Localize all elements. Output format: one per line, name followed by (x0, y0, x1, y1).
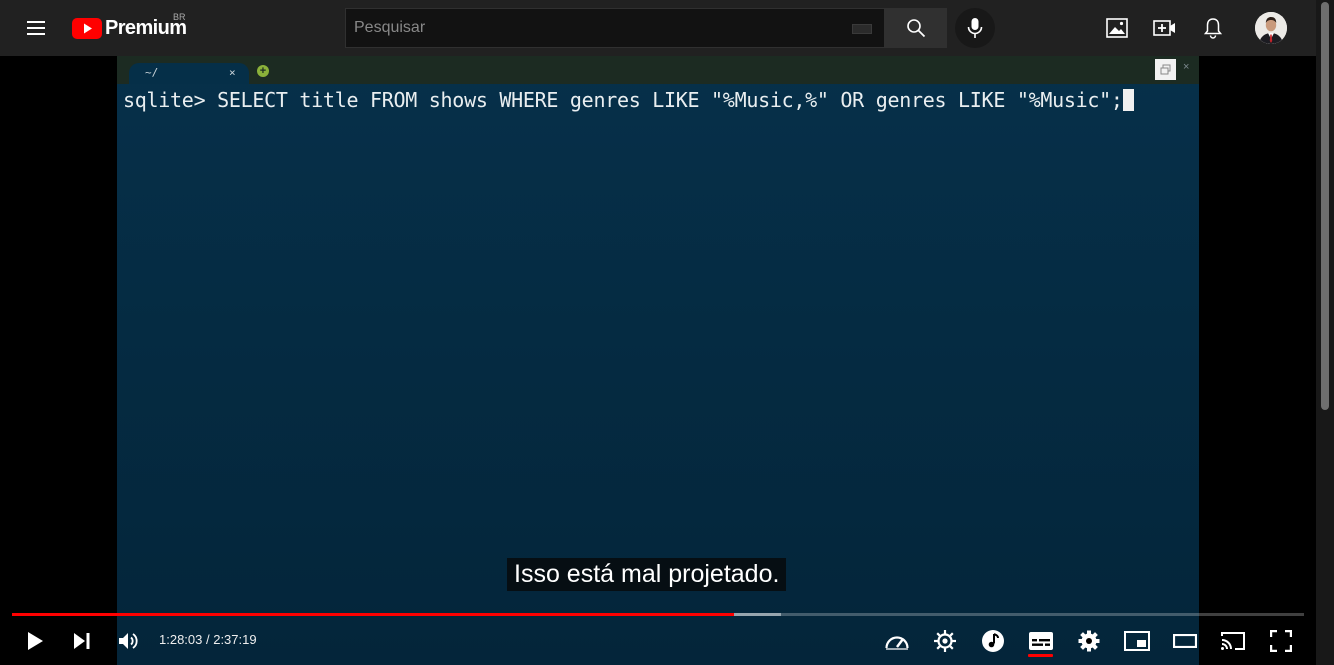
stable-volume-button[interactable] (927, 626, 963, 656)
terminal-tab: ~/ × (129, 63, 249, 84)
create-video-icon (1153, 20, 1175, 36)
image-button[interactable] (1103, 14, 1131, 42)
video-player[interactable]: ~/ × + × sqlite> SELECT title FROM shows… (0, 56, 1316, 665)
terminal-maximize-icon (1155, 59, 1176, 80)
mute-button[interactable] (111, 626, 147, 656)
theater-mode-icon (1173, 634, 1197, 648)
play-button[interactable] (17, 626, 53, 656)
menu-icon (27, 21, 45, 35)
search-button[interactable] (884, 8, 947, 48)
next-button[interactable] (64, 626, 100, 656)
terminal-command-text: sqlite> SELECT title FROM shows WHERE ge… (123, 88, 1123, 112)
youtube-premium-logo[interactable]: Premium (72, 14, 187, 42)
terminal-cursor (1122, 89, 1134, 111)
page-scrollbar-thumb[interactable] (1321, 2, 1329, 410)
country-code: BR (173, 12, 186, 22)
masthead: Premium BR (0, 0, 1316, 56)
terminal-tab-title: ~/ (145, 66, 159, 79)
subtitles-icon (1029, 632, 1053, 650)
notifications-icon (1204, 18, 1222, 39)
progress-played (12, 613, 735, 616)
stable-volume-icon (934, 630, 956, 652)
volume-icon (119, 633, 138, 649)
create-button[interactable] (1151, 14, 1179, 42)
subtitle-caption: Isso está mal projetado. (507, 558, 787, 591)
fullscreen-button[interactable] (1263, 626, 1299, 656)
search-input[interactable] (352, 9, 832, 47)
voice-search-button[interactable] (955, 8, 995, 48)
miniplayer-icon (1124, 631, 1150, 651)
search-box (345, 8, 884, 48)
subtitles-button[interactable] (1023, 626, 1059, 656)
music-icon (982, 630, 1004, 652)
search-icon (906, 19, 925, 38)
menu-button[interactable] (20, 12, 52, 44)
avatar[interactable] (1255, 12, 1287, 44)
terminal-tab-bar: ~/ × + × (117, 56, 1199, 84)
cast-button[interactable] (1215, 626, 1251, 656)
page-scrollbar[interactable] (1316, 0, 1334, 665)
cast-icon (1221, 632, 1245, 650)
terminal-new-tab-icon: + (257, 65, 269, 77)
terminal-command-line: sqlite> SELECT title FROM shows WHERE ge… (123, 88, 1134, 112)
time-display: 1:28:03 / 2:37:19 (159, 632, 257, 647)
play-icon (28, 632, 43, 650)
playback-speed-icon (885, 636, 909, 650)
progress-bar[interactable] (12, 613, 1304, 616)
next-icon (74, 633, 90, 649)
subtitles-active-indicator (1028, 654, 1053, 657)
terminal-close-icon: × (1183, 61, 1190, 73)
notifications-button[interactable] (1199, 14, 1227, 42)
settings-icon (1078, 630, 1100, 652)
keyboard-icon[interactable] (852, 24, 872, 34)
settings-button[interactable] (1071, 626, 1107, 656)
theater-mode-button[interactable] (1167, 626, 1203, 656)
youtube-logo-icon (72, 17, 102, 39)
terminal-tab-close-icon: × (229, 66, 236, 79)
miniplayer-button[interactable] (1119, 626, 1155, 656)
image-icon (1106, 18, 1128, 38)
music-button[interactable] (975, 626, 1011, 656)
profile-photo-icon (1255, 12, 1287, 44)
fullscreen-icon (1270, 630, 1292, 652)
playback-speed-button[interactable] (879, 626, 915, 656)
mic-icon (967, 18, 983, 38)
